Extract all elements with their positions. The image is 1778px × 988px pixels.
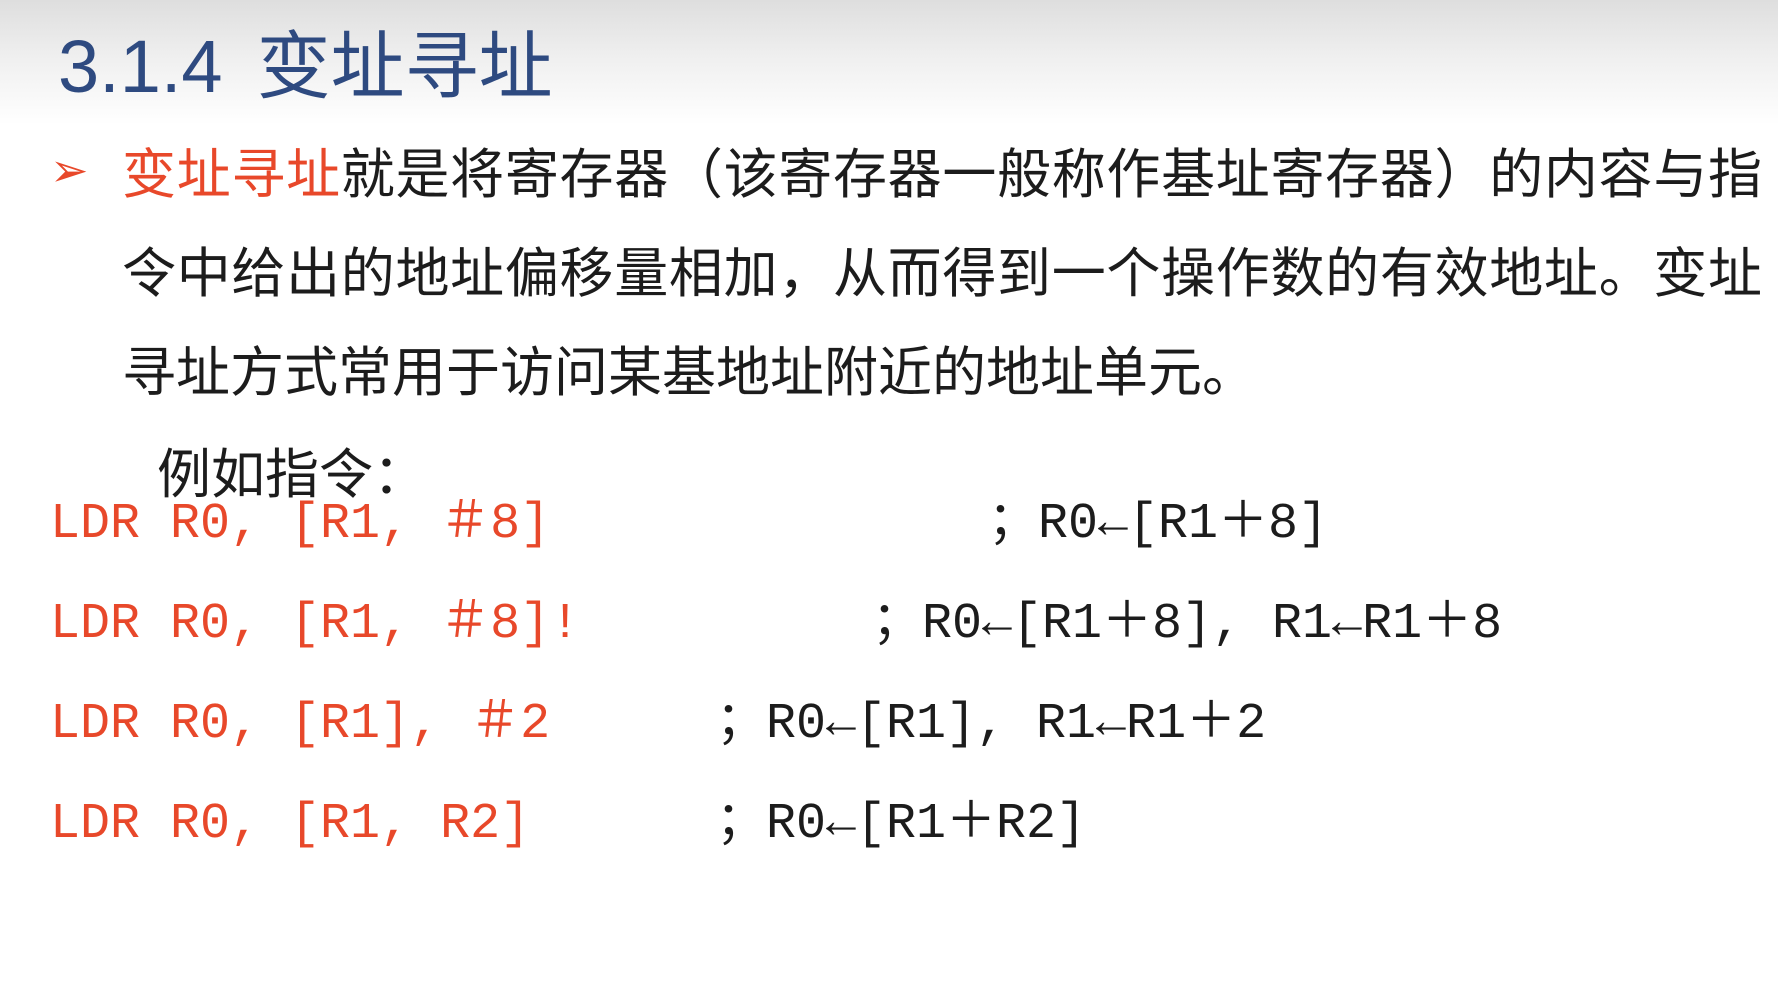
code-comment-2: ；R0←[R1＋8], R1←R1＋8 <box>872 596 1503 653</box>
code-instruction-4: LDR R0, [R1, R2] <box>50 796 531 853</box>
definition-text: 就是将寄存器（该寄存器一般称作基址寄存器）的内容与指令中给出的地址偏移量相加，从… <box>122 143 1763 404</box>
section-title: 变址寻址 <box>256 25 553 108</box>
code-comment-1: ；R0←[R1＋8] <box>988 496 1329 553</box>
highlighted-term: 变址寻址 <box>122 143 341 206</box>
code-instruction-2: LDR R0, [R1, ＃8]! <box>50 596 581 653</box>
code-comment-3: ；R0←[R1], R1←R1＋2 <box>716 696 1267 753</box>
code-instruction-1: LDR R0, [R1, ＃8] <box>50 496 551 553</box>
bullet-arrow-icon: ➢ <box>50 143 89 197</box>
slide-title: 3.1.4 变址寻址 <box>58 22 553 112</box>
code-instruction-3: LDR R0, [R1], ＃2 <box>50 696 551 753</box>
definition-paragraph: 变址寻址就是将寄存器（该寄存器一般称作基址寄存器）的内容与指令中给出的地址偏移量… <box>122 125 1762 422</box>
code-comment-4: ；R0←[R1＋R2] <box>716 796 1087 853</box>
section-number: 3.1.4 <box>58 25 223 108</box>
